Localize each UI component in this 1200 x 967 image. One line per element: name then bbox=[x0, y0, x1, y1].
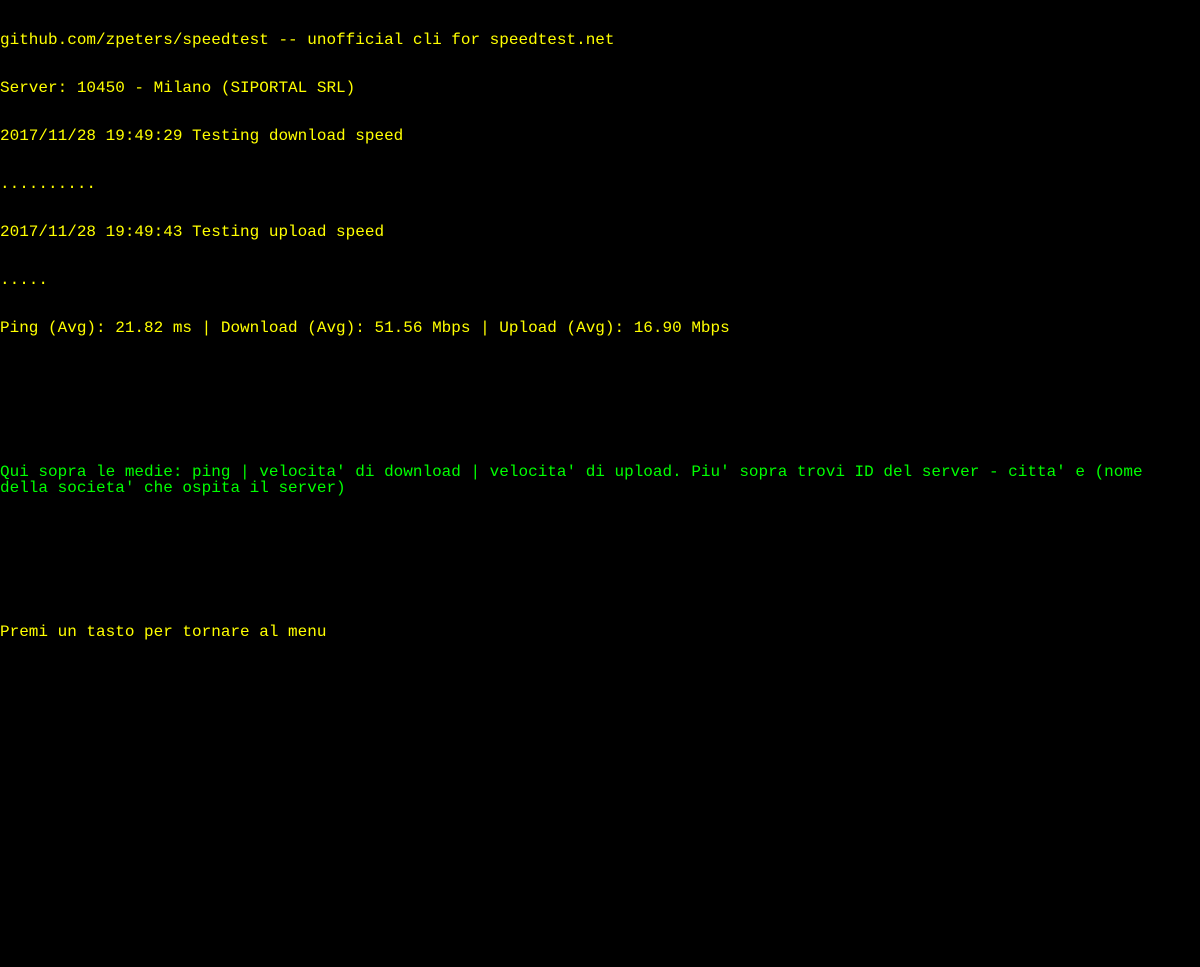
download-progress-dots: .......... bbox=[0, 176, 1200, 192]
upload-progress-dots: ..... bbox=[0, 272, 1200, 288]
explanation-text: Qui sopra le medie: ping | velocita' di … bbox=[0, 464, 1200, 496]
terminal-window: github.com/zpeters/speedtest -- unoffici… bbox=[0, 0, 1200, 656]
blank-spacer bbox=[0, 368, 1200, 384]
blank-spacer bbox=[0, 416, 1200, 432]
blank-spacer bbox=[0, 576, 1200, 592]
blank-spacer bbox=[0, 528, 1200, 544]
download-test-line: 2017/11/28 19:49:29 Testing download spe… bbox=[0, 128, 1200, 144]
upload-test-line: 2017/11/28 19:49:43 Testing upload speed bbox=[0, 224, 1200, 240]
cli-header-line: github.com/zpeters/speedtest -- unoffici… bbox=[0, 32, 1200, 48]
results-summary-line: Ping (Avg): 21.82 ms | Download (Avg): 5… bbox=[0, 320, 1200, 336]
press-key-prompt[interactable]: Premi un tasto per tornare al menu bbox=[0, 624, 1200, 640]
server-info-line: Server: 10450 - Milano (SIPORTAL SRL) bbox=[0, 80, 1200, 96]
